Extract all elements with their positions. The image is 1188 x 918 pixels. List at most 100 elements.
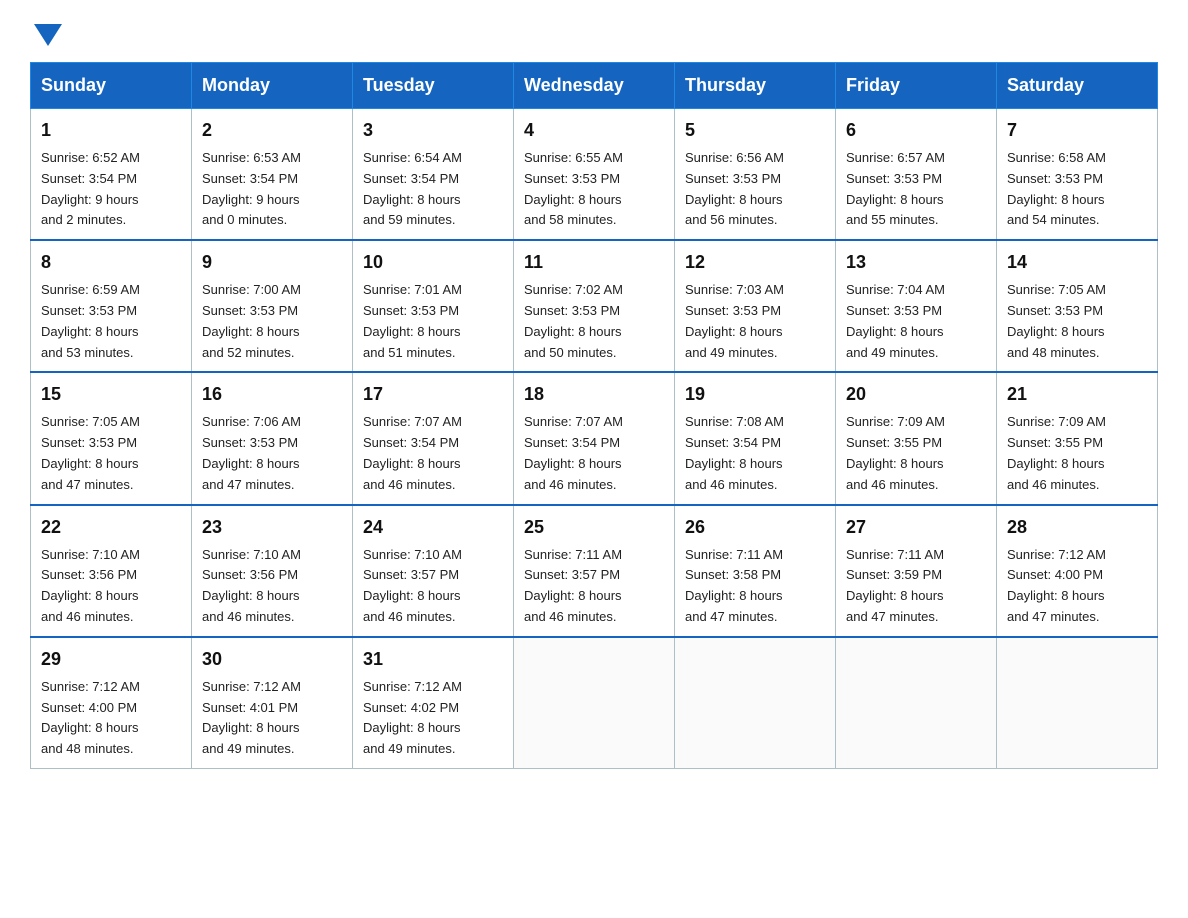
calendar-cell: 8Sunrise: 6:59 AMSunset: 3:53 PMDaylight… xyxy=(31,240,192,372)
calendar-cell: 27Sunrise: 7:11 AMSunset: 3:59 PMDayligh… xyxy=(836,505,997,637)
day-number: 20 xyxy=(846,381,986,408)
header-sunday: Sunday xyxy=(31,63,192,109)
calendar-cell: 7 Sunrise: 6:58 AMSunset: 3:53 PMDaylight… xyxy=(997,109,1158,241)
day-number: 10 xyxy=(363,249,503,276)
calendar-cell: 25Sunrise: 7:11 AMSunset: 3:57 PMDayligh… xyxy=(514,505,675,637)
day-info: Sunrise: 6:58 AMSunset: 3:53 PMDaylight:… xyxy=(1007,148,1147,231)
day-number: 25 xyxy=(524,514,664,541)
day-info: Sunrise: 7:12 AMSunset: 4:02 PMDaylight:… xyxy=(363,677,503,760)
day-info: Sunrise: 6:52 AMSunset: 3:54 PMDaylight:… xyxy=(41,148,181,231)
calendar-cell: 14Sunrise: 7:05 AMSunset: 3:53 PMDayligh… xyxy=(997,240,1158,372)
calendar-cell: 5 Sunrise: 6:56 AMSunset: 3:53 PMDaylight… xyxy=(675,109,836,241)
header-saturday: Saturday xyxy=(997,63,1158,109)
day-number: 16 xyxy=(202,381,342,408)
day-info: Sunrise: 7:09 AMSunset: 3:55 PMDaylight:… xyxy=(846,412,986,495)
calendar-cell: 18 Sunrise: 7:07 AMSunset: 3:54 PMDayligh… xyxy=(514,372,675,504)
calendar-cell xyxy=(997,637,1158,769)
day-number: 7 xyxy=(1007,117,1147,144)
day-number: 6 xyxy=(846,117,986,144)
day-info: Sunrise: 7:11 AMSunset: 3:58 PMDaylight:… xyxy=(685,545,825,628)
day-info: Sunrise: 7:09 AMSunset: 3:55 PMDaylight:… xyxy=(1007,412,1147,495)
day-info: Sunrise: 7:10 AMSunset: 3:56 PMDaylight:… xyxy=(202,545,342,628)
calendar-week-row: 15Sunrise: 7:05 AMSunset: 3:53 PMDayligh… xyxy=(31,372,1158,504)
day-number: 19 xyxy=(685,381,825,408)
header-wednesday: Wednesday xyxy=(514,63,675,109)
calendar-cell: 2Sunrise: 6:53 AMSunset: 3:54 PMDaylight… xyxy=(192,109,353,241)
day-number: 23 xyxy=(202,514,342,541)
day-info: Sunrise: 7:12 AMSunset: 4:00 PMDaylight:… xyxy=(41,677,181,760)
day-number: 9 xyxy=(202,249,342,276)
calendar-cell: 31 Sunrise: 7:12 AMSunset: 4:02 PMDayligh… xyxy=(353,637,514,769)
day-info: Sunrise: 7:06 AMSunset: 3:53 PMDaylight:… xyxy=(202,412,342,495)
calendar-cell: 4 Sunrise: 6:55 AMSunset: 3:53 PMDaylight… xyxy=(514,109,675,241)
day-info: Sunrise: 7:11 AMSunset: 3:59 PMDaylight:… xyxy=(846,545,986,628)
day-info: Sunrise: 6:56 AMSunset: 3:53 PMDaylight:… xyxy=(685,148,825,231)
day-info: Sunrise: 7:00 AMSunset: 3:53 PMDaylight:… xyxy=(202,280,342,363)
calendar-cell: 23 Sunrise: 7:10 AMSunset: 3:56 PMDayligh… xyxy=(192,505,353,637)
calendar-week-row: 8Sunrise: 6:59 AMSunset: 3:53 PMDaylight… xyxy=(31,240,1158,372)
day-number: 12 xyxy=(685,249,825,276)
day-info: Sunrise: 7:10 AMSunset: 3:57 PMDaylight:… xyxy=(363,545,503,628)
logo xyxy=(30,20,62,42)
day-number: 2 xyxy=(202,117,342,144)
day-info: Sunrise: 7:07 AMSunset: 3:54 PMDaylight:… xyxy=(363,412,503,495)
calendar-cell: 1Sunrise: 6:52 AMSunset: 3:54 PMDaylight… xyxy=(31,109,192,241)
header-friday: Friday xyxy=(836,63,997,109)
calendar-cell: 13 Sunrise: 7:04 AMSunset: 3:53 PMDayligh… xyxy=(836,240,997,372)
day-info: Sunrise: 7:03 AMSunset: 3:53 PMDaylight:… xyxy=(685,280,825,363)
day-number: 26 xyxy=(685,514,825,541)
calendar-cell: 6Sunrise: 6:57 AMSunset: 3:53 PMDaylight… xyxy=(836,109,997,241)
day-info: Sunrise: 7:12 AMSunset: 4:01 PMDaylight:… xyxy=(202,677,342,760)
calendar-cell: 3 Sunrise: 6:54 AMSunset: 3:54 PMDaylight… xyxy=(353,109,514,241)
calendar-cell: 24 Sunrise: 7:10 AMSunset: 3:57 PMDayligh… xyxy=(353,505,514,637)
calendar-cell: 15Sunrise: 7:05 AMSunset: 3:53 PMDayligh… xyxy=(31,372,192,504)
calendar-week-row: 22 Sunrise: 7:10 AMSunset: 3:56 PMDayligh… xyxy=(31,505,1158,637)
day-info: Sunrise: 7:05 AMSunset: 3:53 PMDaylight:… xyxy=(41,412,181,495)
day-number: 21 xyxy=(1007,381,1147,408)
calendar-cell: 10 Sunrise: 7:01 AMSunset: 3:53 PMDayligh… xyxy=(353,240,514,372)
day-number: 4 xyxy=(524,117,664,144)
calendar-cell xyxy=(836,637,997,769)
day-number: 31 xyxy=(363,646,503,673)
day-info: Sunrise: 6:55 AMSunset: 3:53 PMDaylight:… xyxy=(524,148,664,231)
calendar-cell: 20 Sunrise: 7:09 AMSunset: 3:55 PMDayligh… xyxy=(836,372,997,504)
calendar-week-row: 1Sunrise: 6:52 AMSunset: 3:54 PMDaylight… xyxy=(31,109,1158,241)
day-info: Sunrise: 7:04 AMSunset: 3:53 PMDaylight:… xyxy=(846,280,986,363)
day-info: Sunrise: 7:07 AMSunset: 3:54 PMDaylight:… xyxy=(524,412,664,495)
day-number: 28 xyxy=(1007,514,1147,541)
day-number: 22 xyxy=(41,514,181,541)
day-number: 3 xyxy=(363,117,503,144)
calendar-cell xyxy=(514,637,675,769)
page-header xyxy=(30,20,1158,42)
calendar-cell: 12 Sunrise: 7:03 AMSunset: 3:53 PMDayligh… xyxy=(675,240,836,372)
day-number: 14 xyxy=(1007,249,1147,276)
calendar-cell: 16 Sunrise: 7:06 AMSunset: 3:53 PMDayligh… xyxy=(192,372,353,504)
day-info: Sunrise: 7:01 AMSunset: 3:53 PMDaylight:… xyxy=(363,280,503,363)
calendar-cell: 21 Sunrise: 7:09 AMSunset: 3:55 PMDayligh… xyxy=(997,372,1158,504)
calendar-cell: 30 Sunrise: 7:12 AMSunset: 4:01 PMDayligh… xyxy=(192,637,353,769)
calendar-cell: 22 Sunrise: 7:10 AMSunset: 3:56 PMDayligh… xyxy=(31,505,192,637)
day-number: 5 xyxy=(685,117,825,144)
day-number: 17 xyxy=(363,381,503,408)
calendar-cell: 28 Sunrise: 7:12 AMSunset: 4:00 PMDayligh… xyxy=(997,505,1158,637)
day-number: 30 xyxy=(202,646,342,673)
day-info: Sunrise: 7:10 AMSunset: 3:56 PMDaylight:… xyxy=(41,545,181,628)
day-number: 11 xyxy=(524,249,664,276)
logo-triangle-icon xyxy=(34,24,62,46)
day-number: 24 xyxy=(363,514,503,541)
day-info: Sunrise: 7:12 AMSunset: 4:00 PMDaylight:… xyxy=(1007,545,1147,628)
calendar-cell: 9 Sunrise: 7:00 AMSunset: 3:53 PMDaylight… xyxy=(192,240,353,372)
calendar-cell: 17 Sunrise: 7:07 AMSunset: 3:54 PMDayligh… xyxy=(353,372,514,504)
calendar-cell xyxy=(675,637,836,769)
day-number: 18 xyxy=(524,381,664,408)
day-number: 13 xyxy=(846,249,986,276)
calendar-cell: 19 Sunrise: 7:08 AMSunset: 3:54 PMDayligh… xyxy=(675,372,836,504)
day-number: 29 xyxy=(41,646,181,673)
header-tuesday: Tuesday xyxy=(353,63,514,109)
calendar-cell: 26 Sunrise: 7:11 AMSunset: 3:58 PMDayligh… xyxy=(675,505,836,637)
day-info: Sunrise: 6:54 AMSunset: 3:54 PMDaylight:… xyxy=(363,148,503,231)
calendar-cell: 11Sunrise: 7:02 AMSunset: 3:53 PMDayligh… xyxy=(514,240,675,372)
day-number: 8 xyxy=(41,249,181,276)
calendar-week-row: 29 Sunrise: 7:12 AMSunset: 4:00 PMDayligh… xyxy=(31,637,1158,769)
day-info: Sunrise: 7:08 AMSunset: 3:54 PMDaylight:… xyxy=(685,412,825,495)
